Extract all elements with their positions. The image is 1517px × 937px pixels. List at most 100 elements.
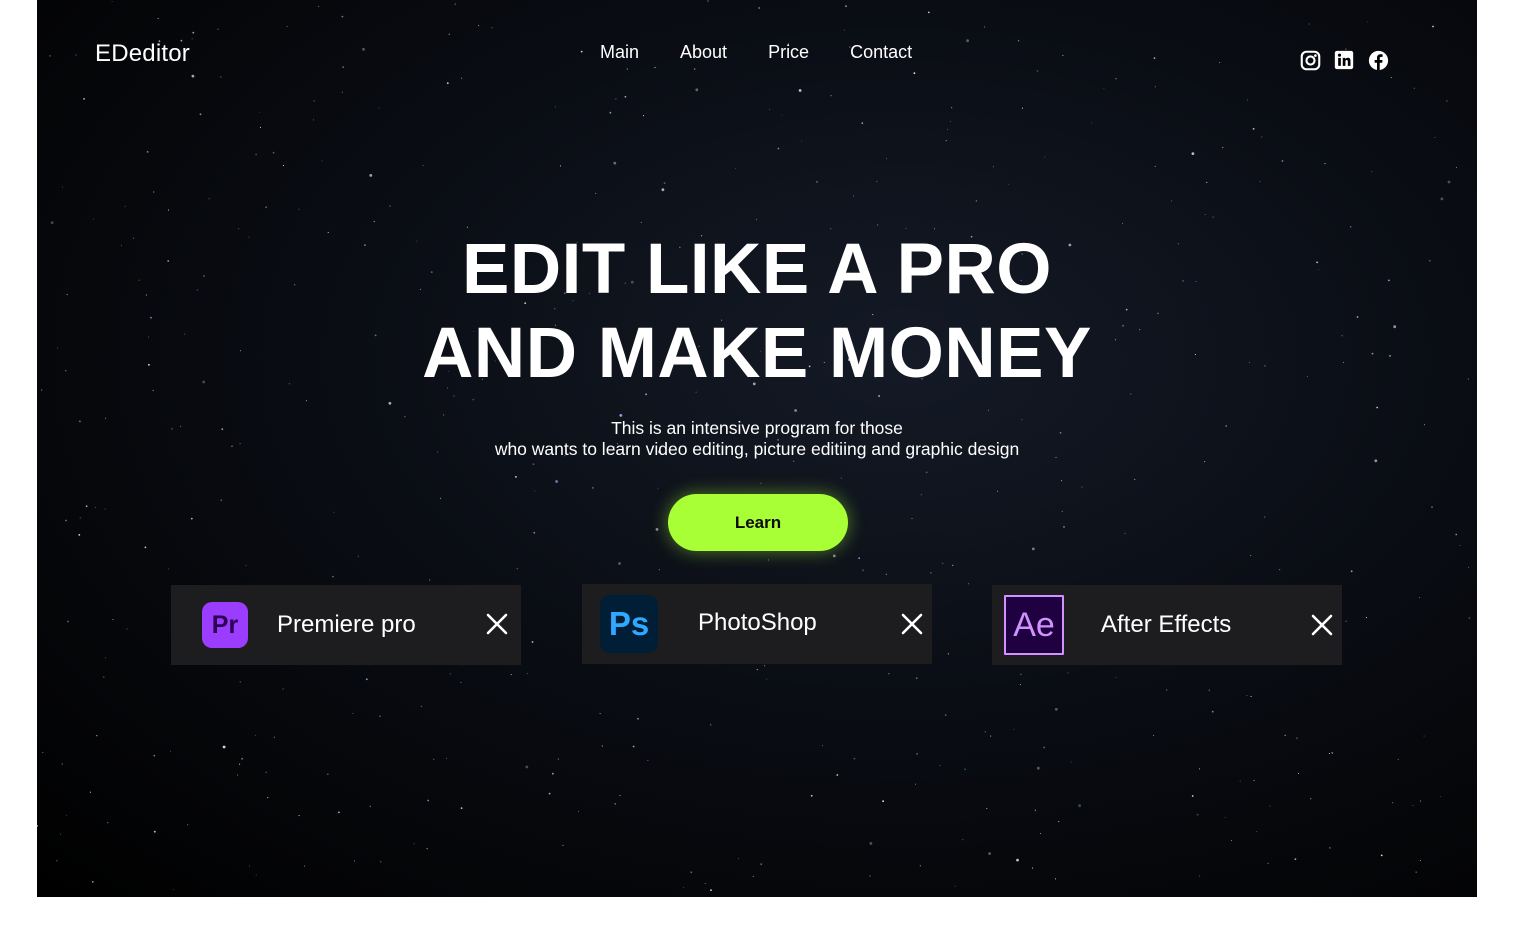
star (388, 401, 392, 405)
star (882, 800, 884, 803)
star (1115, 78, 1117, 80)
star (1081, 486, 1083, 488)
star (1063, 526, 1065, 528)
star (737, 858, 739, 860)
star (764, 665, 766, 667)
star (153, 830, 156, 833)
star (1058, 821, 1060, 823)
nav-item-contact[interactable]: Contact (850, 42, 912, 63)
star (192, 31, 195, 34)
star (265, 206, 267, 208)
star (429, 579, 431, 581)
hero-subtitle-line2: who wants to learn video editing, pictur… (494, 439, 1020, 459)
instagram-icon[interactable] (1299, 49, 1321, 71)
star (286, 25, 288, 27)
star (1206, 181, 1208, 183)
star (858, 557, 861, 560)
star (102, 676, 105, 678)
linkedin-icon[interactable] (1333, 49, 1355, 71)
star (433, 758, 435, 760)
star (1329, 847, 1331, 849)
star (273, 736, 275, 738)
star (559, 165, 562, 167)
star (1256, 830, 1258, 833)
star (321, 160, 323, 162)
star (1060, 480, 1063, 482)
close-icon[interactable] (1311, 614, 1333, 636)
star (50, 221, 54, 225)
star (75, 54, 77, 56)
star (1122, 222, 1124, 225)
star (1413, 87, 1415, 89)
star (85, 505, 88, 508)
star (942, 562, 944, 564)
star (1367, 21, 1369, 23)
star (460, 807, 463, 809)
star (1044, 156, 1046, 158)
facebook-icon[interactable] (1367, 49, 1389, 71)
star (318, 5, 320, 7)
star (220, 76, 222, 78)
star (254, 734, 256, 736)
star (1043, 746, 1046, 749)
hero-subtitle-line1: This is an intensive program for those (611, 418, 903, 438)
star (420, 705, 422, 707)
star (911, 517, 913, 520)
star (853, 757, 856, 760)
star (1153, 57, 1156, 59)
star (333, 511, 335, 513)
star (1031, 547, 1035, 551)
star (1008, 183, 1010, 185)
star (144, 546, 147, 549)
star (448, 33, 450, 35)
star (626, 68, 628, 70)
brand-logo[interactable]: EDeditor (95, 40, 190, 68)
star (632, 745, 635, 748)
star (1455, 533, 1458, 536)
nav-item-about[interactable]: About (680, 42, 727, 63)
star (760, 482, 762, 484)
star (107, 822, 109, 824)
star (888, 673, 890, 675)
star (1199, 768, 1201, 770)
star (1468, 566, 1470, 568)
star (369, 805, 371, 807)
star (379, 715, 381, 717)
star (690, 871, 693, 874)
close-icon[interactable] (901, 613, 923, 635)
star (380, 861, 382, 863)
app-card-photoshop[interactable]: Ps PhotoShop (582, 584, 932, 664)
star (460, 681, 462, 684)
close-icon[interactable] (486, 613, 508, 635)
star (1204, 461, 1206, 463)
star (1440, 197, 1444, 201)
nav-item-price[interactable]: Price (768, 42, 809, 63)
star (945, 714, 947, 716)
star (222, 745, 226, 749)
star (794, 409, 797, 412)
star (975, 200, 977, 202)
star (647, 759, 649, 762)
star (1070, 761, 1072, 763)
star (443, 414, 445, 416)
star (930, 572, 932, 574)
star (83, 98, 85, 100)
app-card-premiere[interactable]: Pr Premiere pro (171, 585, 521, 665)
star (1281, 160, 1284, 162)
star (1171, 200, 1173, 202)
star (237, 774, 239, 776)
app-card-after-effects[interactable]: Ae After Effects (992, 585, 1342, 665)
star (1294, 858, 1297, 861)
learn-button[interactable]: Learn (668, 494, 848, 551)
nav-item-main[interactable]: Main (600, 42, 639, 63)
star (342, 66, 345, 68)
star (927, 11, 930, 14)
star (1432, 25, 1434, 28)
star (170, 750, 172, 752)
photoshop-icon: Ps (600, 595, 658, 653)
star (876, 180, 878, 182)
star (1419, 859, 1421, 862)
star (845, 5, 847, 7)
star (1371, 171, 1373, 173)
star (694, 68, 696, 70)
